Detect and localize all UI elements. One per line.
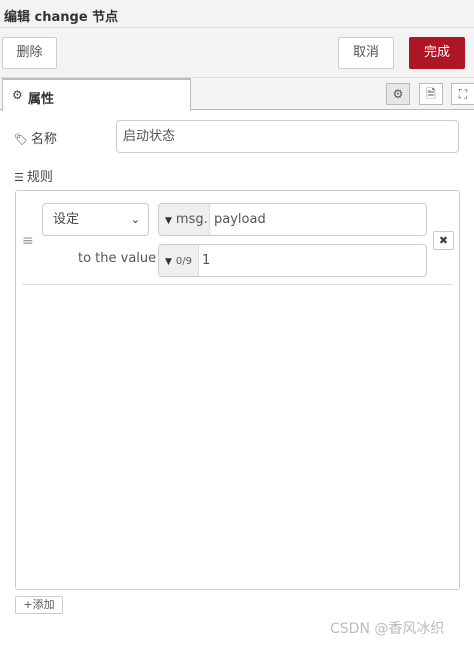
tag-icon: 🏷 bbox=[14, 133, 28, 146]
target-property-input[interactable]: ▼ msg. payload bbox=[158, 203, 427, 236]
editor-titlebar: 编辑 change 节点 bbox=[0, 0, 474, 28]
plus-icon: + bbox=[23, 598, 33, 611]
gear-icon: ⚙ bbox=[12, 88, 23, 102]
rules-label: ☰ 规则 bbox=[14, 166, 53, 185]
rules-label-text: 规则 bbox=[26, 170, 53, 185]
remove-rule-button[interactable]: ✖ bbox=[433, 231, 454, 250]
tab-bar: ⚙ 属性 ⚙ 🗎 ⛶ bbox=[0, 78, 474, 111]
gear-icon: ⚙ bbox=[392, 87, 404, 101]
value-type-selector[interactable]: ▼ 0/9 bbox=[159, 245, 199, 276]
value-type-prefix: 0/9 bbox=[175, 256, 193, 267]
target-prefix: msg. bbox=[175, 212, 208, 227]
document-icon: 🗎 bbox=[426, 87, 436, 101]
delete-button[interactable]: 删除 bbox=[2, 37, 57, 69]
drag-handle-icon[interactable]: ≡ bbox=[22, 233, 34, 249]
description-tab-button[interactable]: 🗎 bbox=[419, 83, 443, 105]
settings-tab-button[interactable]: ⚙ bbox=[386, 83, 410, 105]
editor-toolbar: 删除 取消 完成 bbox=[0, 28, 474, 78]
appearance-tab-button[interactable]: ⛶ bbox=[451, 83, 474, 105]
value-input[interactable]: ▼ 0/9 1 bbox=[158, 244, 427, 277]
add-rule-label: 添加 bbox=[32, 598, 55, 611]
caret-down-icon: ▼ bbox=[165, 257, 172, 267]
tab-properties-label: 属性 bbox=[28, 92, 55, 107]
rules-list: ≡ 设定 ⌄ ▼ msg. payload to the value ▼ 0/9 1… bbox=[15, 190, 460, 590]
add-rule-button[interactable]: +添加 bbox=[15, 596, 63, 614]
action-select[interactable]: 设定 ⌄ bbox=[42, 203, 149, 236]
to-value-label: to the value bbox=[78, 251, 157, 266]
cancel-button[interactable]: 取消 bbox=[338, 37, 394, 69]
action-select-value: 设定 bbox=[53, 212, 80, 227]
name-label-text: 名称 bbox=[30, 132, 57, 147]
close-icon: ✖ bbox=[438, 234, 449, 247]
rule-divider bbox=[22, 284, 453, 285]
chevron-down-icon: ⌄ bbox=[130, 213, 140, 226]
caret-down-icon: ▼ bbox=[165, 216, 172, 226]
value-value: 1 bbox=[202, 253, 211, 268]
done-button[interactable]: 完成 bbox=[409, 37, 465, 69]
target-type-selector[interactable]: ▼ msg. bbox=[159, 204, 210, 235]
editor-title: 编辑 change 节点 bbox=[4, 10, 119, 25]
name-input[interactable]: 启动状态 bbox=[116, 120, 459, 153]
tab-properties[interactable]: ⚙ 属性 bbox=[2, 78, 191, 111]
name-label: 🏷 名称 bbox=[14, 128, 57, 147]
list-icon: ☰ bbox=[14, 171, 24, 184]
watermark: CSDN @香风冰织 bbox=[330, 621, 445, 637]
name-row: 🏷 名称 启动状态 bbox=[0, 120, 474, 154]
frame-icon: ⛶ bbox=[458, 87, 468, 101]
target-value: payload bbox=[214, 212, 266, 227]
